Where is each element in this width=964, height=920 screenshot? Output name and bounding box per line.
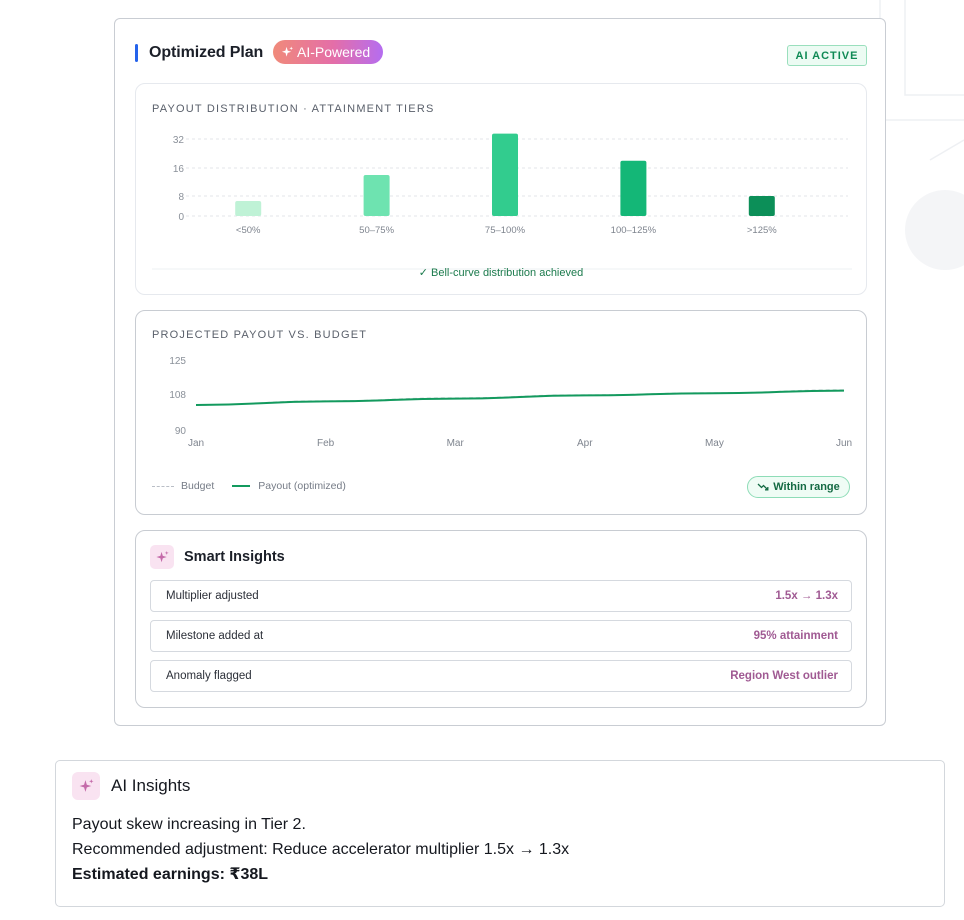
ai-insights-title: AI Insights — [111, 776, 191, 795]
insight-row-milestone[interactable]: Milestone added at 95% attainment — [150, 620, 852, 652]
smart-insights-title: Smart Insights — [184, 549, 285, 565]
x-tick-label: May — [705, 438, 724, 449]
x-tick-label: Apr — [577, 438, 593, 449]
within-range-label: Within range — [773, 481, 840, 493]
y-tick-label: 0 — [178, 212, 184, 223]
payout-legend-swatch — [232, 485, 251, 487]
x-tick-label: Jun — [836, 438, 852, 449]
distribution-bar — [492, 133, 518, 216]
projected-payout-panel: PROJECTED PAYOUT VS. BUDGET 90 108 125 Jan F… — [135, 310, 867, 515]
payout-series-line — [195, 389, 845, 406]
insight-row-label: Milestone added at — [166, 630, 264, 642]
ai-powered-badge: AI-Powered — [273, 40, 383, 64]
x-tick-label: <50% — [236, 225, 261, 236]
y-tick-label: 108 — [169, 390, 186, 401]
budget-legend-swatch — [152, 485, 174, 487]
distribution-bar — [620, 160, 647, 216]
distribution-bar — [363, 175, 390, 216]
insight-row-value: 95% attainment — [753, 630, 838, 642]
x-tick-label: Mar — [447, 438, 465, 449]
ai-active-badge: AI ACTIVE — [787, 45, 867, 66]
bell-curve-note: ✓ Bell-curve distribution achieved — [136, 266, 866, 279]
estimated-earnings: Estimated earnings: ₹38L — [72, 866, 269, 883]
payout-legend-label: Payout (optimized) — [258, 480, 346, 492]
distribution-bar-chart: 0 8 16 32 <50% 50–75% 75–100% 100–125% >125% — [152, 133, 852, 270]
payout-distribution-panel: PAYOUT DISTRIBUTION · ATTAINMENT TIERS 0… — [135, 83, 867, 295]
insight-row-multiplier[interactable]: Multiplier adjusted 1.5x → 1.3x — [150, 580, 852, 612]
sparkle-icon — [281, 45, 294, 57]
ai-powered-label: AI-Powered — [297, 44, 371, 60]
within-range-badge: Within range — [747, 476, 850, 498]
insight-row-anomaly[interactable]: Anomaly flagged Region West outlier — [150, 660, 852, 692]
bell-curve-text: Bell-curve distribution achieved — [430, 267, 584, 279]
plan-header: Optimized Plan AI-Powered AI ACTIVE — [115, 19, 885, 89]
y-tick-label: 125 — [169, 356, 186, 367]
plan-title: Optimized Plan — [149, 44, 264, 61]
insight-row-label: Anomaly flagged — [166, 670, 252, 682]
ai-insights-body: Payout skew increasing in Tier 2. Recomm… — [72, 812, 569, 887]
smart-insights-icon-box — [150, 545, 174, 569]
title-accent-bar — [135, 44, 138, 62]
insight-row-value: Region West outlier — [730, 670, 838, 682]
check-icon: ✓ — [418, 267, 428, 279]
y-tick-label: 90 — [175, 426, 187, 437]
y-tick-label: 16 — [173, 164, 185, 175]
optimized-plan-card: Optimized Plan AI-Powered AI ACTIVE PAYO… — [114, 18, 886, 726]
ai-insights-icon-box — [72, 772, 100, 800]
y-tick-label: 32 — [173, 135, 185, 146]
ai-insight-line: Payout skew increasing in Tier 2. — [72, 816, 306, 833]
budget-legend-label: Budget — [181, 480, 215, 492]
sparkle-icon — [79, 778, 94, 792]
distribution-bar — [748, 196, 775, 216]
distribution-bar — [235, 201, 262, 216]
trend-down-icon — [757, 483, 769, 491]
sparkle-icon — [155, 550, 169, 562]
x-tick-label: 50–75% — [359, 225, 394, 236]
projection-legend: Budget Payout (optimized) — [152, 480, 346, 492]
x-tick-label: 75–100% — [485, 225, 526, 236]
insight-row-label: Multiplier adjusted — [166, 590, 259, 602]
x-tick-label: Jan — [188, 438, 204, 449]
y-tick-label: 8 — [178, 192, 184, 203]
x-tick-label: 100–125% — [611, 225, 657, 236]
smart-insights-header: Smart Insights — [150, 545, 285, 569]
ai-insights-header: AI Insights — [72, 772, 190, 800]
smart-insights-panel: Smart Insights Multiplier adjusted 1.5x … — [135, 530, 867, 708]
x-tick-label: >125% — [747, 225, 777, 236]
x-tick-label: Feb — [317, 438, 335, 449]
insight-row-value: 1.5x → 1.3x — [775, 590, 838, 602]
ai-insight-line: Recommended adjustment: Reduce accelerat… — [72, 841, 570, 858]
ai-insights-card: AI Insights Payout skew increasing in Ti… — [55, 760, 945, 907]
